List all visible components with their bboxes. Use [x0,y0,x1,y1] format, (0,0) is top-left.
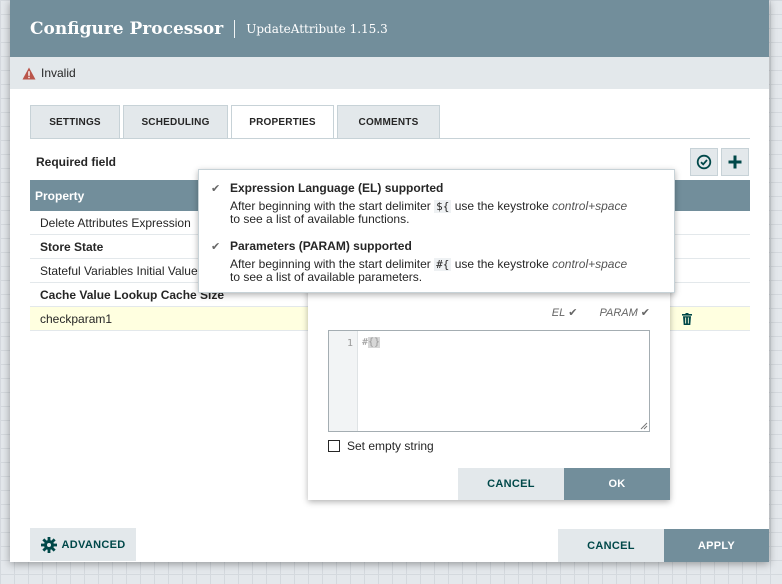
advanced-button[interactable]: ADVANCED [30,528,136,561]
warning-icon [22,67,36,79]
check-circle-icon [696,154,712,170]
property-name: Store State [40,239,104,254]
property-value-editor: EL ✔ PARAM ✔ 1 #{} Set empty string CANCEL… [308,284,670,500]
param-description: After beginning with the start delimiter… [230,258,627,284]
trash-icon[interactable] [682,313,692,325]
gear-icon [40,536,57,553]
el-heading-row: ✔ Expression Language (EL) supported [211,181,627,195]
el-delimiter: ${ [434,200,452,213]
check-icon: ✔ [568,307,578,319]
el-flag-label: EL [551,307,566,319]
param-heading-row: ✔ Parameters (PARAM) supported [211,239,627,253]
title-separator [234,19,236,38]
support-flags: EL ✔ PARAM ✔ [552,306,650,319]
dialog-header: Configure Processor UpdateAttribute 1.15… [10,0,769,57]
required-field-label: Required field [36,155,117,169]
el-text: use the keystroke [454,199,549,213]
set-empty-string-label: Set empty string [347,439,434,453]
editor-cancel-button[interactable]: CANCEL [458,468,564,500]
property-name: Delete Attributes Expression [40,215,191,230]
property-name: checkparam1 [40,311,113,326]
property-name: Stateful Variables Initial Value [40,263,198,278]
el-help: ✔ Expression Language (EL) supported Aft… [211,181,627,226]
resize-handle-icon[interactable] [640,422,648,430]
value-code-editor[interactable]: 1 #{} [328,330,650,432]
add-property-button[interactable] [721,148,749,176]
el-text: to see a list of available functions. [230,212,410,226]
el-heading: Expression Language (EL) supported [230,181,444,195]
el-keystroke: control+space [552,199,628,213]
param-flag: PARAM ✔ [599,306,650,319]
tab-settings[interactable]: SETTINGS [30,105,120,138]
set-empty-string-checkbox[interactable] [328,440,340,452]
param-text: use the keystroke [454,257,549,271]
set-empty-string-option[interactable]: Set empty string [328,439,434,453]
el-param-tooltip: ✔ Expression Language (EL) supported Aft… [198,169,675,293]
validation-status-bar: Invalid [10,57,769,89]
tab-divider [30,138,750,139]
el-flag: EL ✔ [552,306,578,319]
param-keystroke: control+space [552,257,628,271]
el-text: After beginning with the start delimiter [230,199,431,213]
tab-properties[interactable]: PROPERTIES [231,105,334,139]
verify-properties-button[interactable] [690,148,718,176]
processor-type: UpdateAttribute 1.15.3 [246,21,388,36]
status-text: Invalid [41,66,76,80]
param-text: After beginning with the start delimiter [230,257,431,271]
param-heading: Parameters (PARAM) supported [230,239,412,253]
line-gutter: 1 [329,331,358,431]
editor-ok-button[interactable]: OK [564,468,670,500]
param-delimiter: #{ [434,258,452,271]
advanced-button-label: ADVANCED [61,538,126,551]
tab-scheduling[interactable]: SCHEDULING [123,105,228,138]
check-icon: ✔ [211,182,221,195]
check-icon: ✔ [640,307,650,319]
param-text: to see a list of available parameters. [230,270,423,284]
param-flag-label: PARAM [599,307,638,319]
check-icon: ✔ [211,240,221,253]
plus-icon [728,155,742,169]
code-line[interactable]: #{} [362,337,381,348]
property-name: Cache Value Lookup Cache Size [40,287,225,302]
el-description: After beginning with the start delimiter… [230,200,627,226]
dialog-title: Configure Processor [30,18,224,39]
tab-bar: SETTINGS SCHEDULING PROPERTIES COMMENTS [30,105,443,139]
tab-comments[interactable]: COMMENTS [337,105,440,138]
line-number: 1 [346,338,353,349]
apply-button[interactable]: APPLY [664,529,769,562]
param-help: ✔ Parameters (PARAM) supported After beg… [211,239,627,284]
cancel-button[interactable]: CANCEL [558,529,664,562]
code-braces: {} [368,337,381,348]
